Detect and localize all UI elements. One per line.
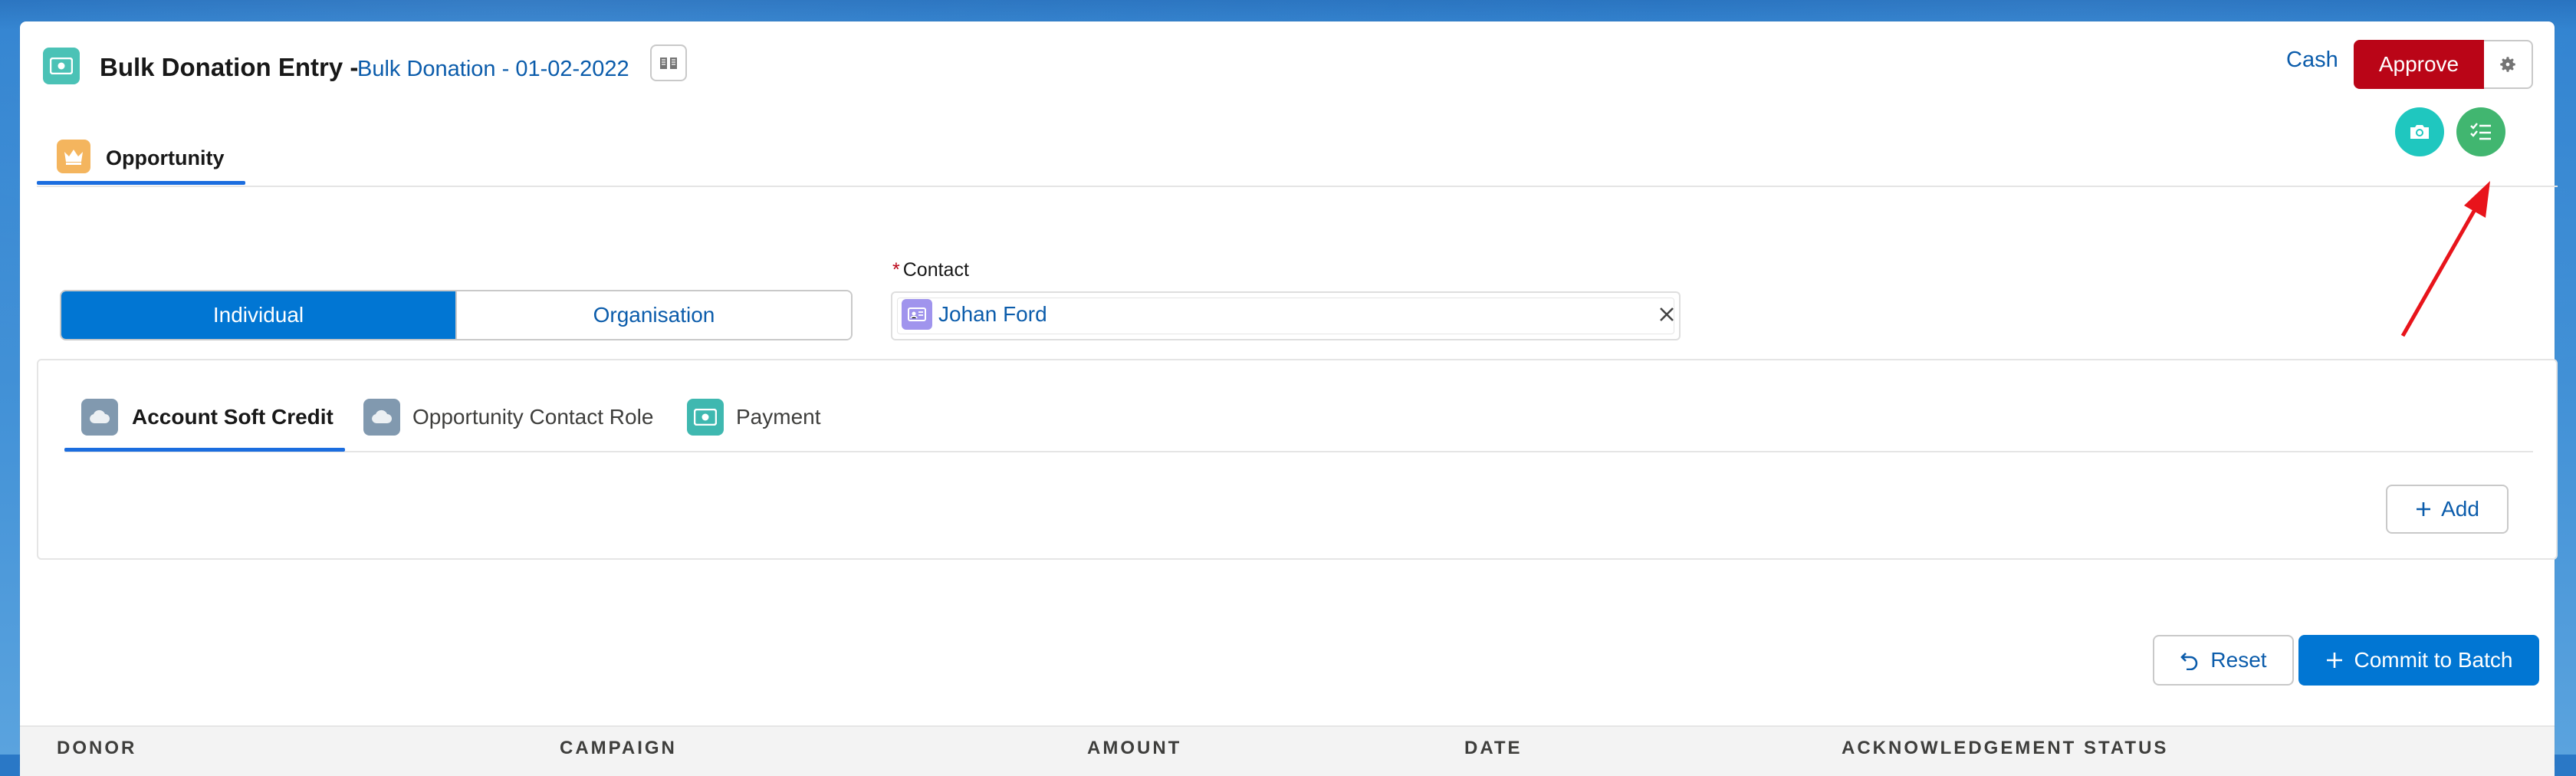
add-button-label: Add: [2441, 497, 2479, 521]
money-icon: [687, 399, 724, 436]
tab-opportunity-contact-role[interactable]: Opportunity Contact Role: [412, 399, 653, 436]
reset-button[interactable]: Reset: [2153, 635, 2294, 686]
contact-card-icon: [902, 299, 932, 330]
batch-link[interactable]: Bulk Donation - 01-02-2022: [357, 51, 629, 87]
contact-label-text: Contact: [902, 259, 969, 281]
cash-link[interactable]: Cash: [2286, 43, 2338, 77]
tab-payment[interactable]: Payment: [736, 399, 821, 436]
cloud-icon: [363, 399, 400, 436]
contact-value[interactable]: Johan Ford: [938, 299, 1047, 330]
divider: [37, 186, 2558, 187]
page-card: Bulk Donation Entry - Bulk Donation - 01…: [20, 21, 2558, 776]
individual-option[interactable]: Individual: [61, 291, 455, 339]
checklist-icon[interactable]: [2456, 107, 2505, 156]
commit-to-batch-button[interactable]: Commit to Batch: [2298, 635, 2539, 686]
divider: [64, 451, 2533, 452]
column-header-campaign[interactable]: CAMPAIGN: [560, 735, 677, 762]
related-records-panel: [37, 359, 2558, 560]
tab-opportunity[interactable]: Opportunity: [106, 141, 224, 175]
crown-icon: [57, 140, 90, 173]
organisation-option[interactable]: Organisation: [455, 291, 851, 339]
tab-account-soft-credit[interactable]: Account Soft Credit: [132, 399, 334, 436]
column-header-amount[interactable]: AMOUNT: [1087, 735, 1181, 762]
active-tab-indicator: [64, 448, 345, 452]
annotation-arrow: [2400, 181, 2490, 337]
column-header-donor[interactable]: DONOR: [57, 735, 136, 762]
book-icon[interactable]: [650, 44, 687, 81]
approve-button[interactable]: Approve: [2354, 40, 2484, 89]
column-header-acknowledgement-status[interactable]: ACKNOWLEDGEMENT STATUS: [1842, 735, 2168, 762]
cloud-icon: [81, 399, 118, 436]
contact-label: * Contact: [892, 258, 969, 282]
reset-button-label: Reset: [2210, 648, 2267, 672]
plus-icon: [2326, 653, 2342, 668]
gear-icon[interactable]: [2484, 40, 2533, 89]
commit-button-label: Commit to Batch: [2354, 648, 2513, 672]
donor-type-toggle: Individual Organisation: [60, 290, 853, 340]
column-header-date[interactable]: DATE: [1464, 735, 1523, 762]
money-icon: [43, 48, 80, 84]
add-button[interactable]: Add: [2386, 485, 2509, 534]
camera-icon[interactable]: [2395, 107, 2444, 156]
close-icon[interactable]: [1654, 302, 1679, 327]
plus-icon: [2417, 502, 2431, 516]
required-marker: *: [892, 259, 900, 281]
page-title: Bulk Donation Entry -: [100, 53, 359, 81]
table-header: [20, 725, 2555, 776]
active-tab-indicator: [37, 181, 245, 185]
undo-icon: [2180, 653, 2198, 670]
